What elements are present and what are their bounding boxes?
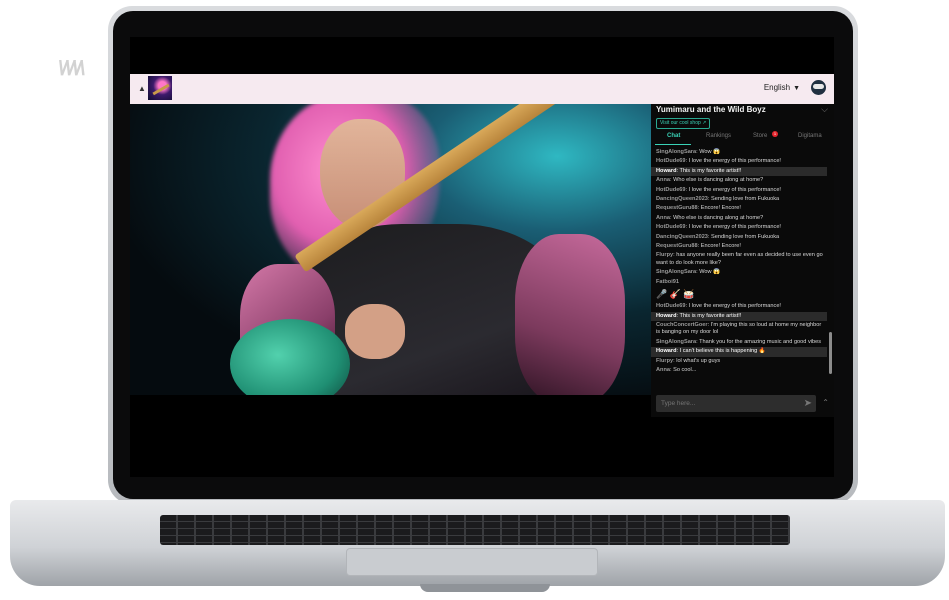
language-selector[interactable]: English ▼ xyxy=(764,83,800,92)
chat-text: This is my favorite artist!! xyxy=(679,312,742,319)
chat-message: Fatboi91 xyxy=(651,278,827,287)
chat-username[interactable]: HotDude69 xyxy=(656,158,686,164)
chat-message: SingAlongSara: Wow 😱 xyxy=(651,268,827,277)
chat-text: This is my favorite artist!! xyxy=(679,167,742,174)
chat-scrollbar[interactable] xyxy=(829,332,832,374)
video-hand xyxy=(345,304,405,359)
chat-message: DancingQueen2023: Sending love from Fuku… xyxy=(651,195,827,204)
chevron-down-icon[interactable]: ⌵ xyxy=(821,104,828,115)
chat-username[interactable]: HotDude69 xyxy=(656,187,686,193)
chat-text: So cool... xyxy=(673,366,697,373)
chat-text: I love the energy of this performance! xyxy=(688,224,781,231)
chat-text: Encore! Encore! xyxy=(700,205,741,212)
chat-username[interactable]: SingAlongSara xyxy=(656,149,696,155)
tab-rankings[interactable]: Rankings xyxy=(706,133,731,139)
chat-message: Flurpy: has anyone really been far even … xyxy=(651,251,827,268)
chat-message: Anna: So cool... xyxy=(651,366,827,375)
chat-username[interactable]: RequestGuru88 xyxy=(656,243,698,249)
avatar-icon[interactable] xyxy=(811,80,826,95)
chat-message: RequestGuru88: Encore! Encore! xyxy=(651,242,827,251)
chat-username[interactable]: Anna xyxy=(656,367,670,373)
shop-button[interactable]: Visit our cool shop ↗ xyxy=(656,118,711,129)
chat-text: I love the energy of this performance! xyxy=(688,186,781,193)
chat-message: SingAlongSara: Thank you for the amazing… xyxy=(651,338,827,347)
chat-message: Howard: This is my favorite artist!! xyxy=(651,311,827,321)
chevron-up-icon[interactable]: ⌃ xyxy=(822,398,829,407)
store-badge: 1 xyxy=(772,131,778,137)
artist-name: Yumimaru and the Wild Boyz xyxy=(656,105,766,114)
chat-username[interactable]: HotDude69 xyxy=(656,303,686,309)
chat-message: Anna: Who else is dancing along at home? xyxy=(651,176,827,185)
chat-text: I love the energy of this performance! xyxy=(688,158,781,165)
chat-message: HotDude69: I love the energy of this per… xyxy=(651,186,827,195)
video-sleeve-right xyxy=(515,234,625,395)
chat-message: HotDude69: I love the energy of this per… xyxy=(651,223,827,232)
chat-username[interactable]: SingAlongSara xyxy=(656,269,696,275)
tab-digitama[interactable]: Digitama xyxy=(798,133,822,139)
chat-username[interactable]: CouchConcertGoer xyxy=(656,322,708,328)
chat-username[interactable]: SingAlongSara xyxy=(656,339,696,345)
tab-store[interactable]: Store xyxy=(753,133,767,139)
laptop-notch xyxy=(420,584,550,592)
sticker-row: 🎤 🎸 🥁 xyxy=(656,289,695,300)
shop-button-label: Visit our cool shop xyxy=(660,120,701,126)
chat-username[interactable]: Anna xyxy=(656,215,670,221)
laptop-keyboard xyxy=(160,515,790,545)
chat-input[interactable] xyxy=(656,395,796,412)
chat-text: Who else is dancing along at home? xyxy=(673,177,764,184)
external-link-icon: ↗ xyxy=(702,120,707,126)
panel-tabs: Chat Rankings Store 1 Digitama xyxy=(651,131,834,146)
chat-username[interactable]: Fatboi91 xyxy=(656,279,679,285)
chat-text: Encore! Encore! xyxy=(700,243,741,250)
chat-text: lol what's up guys xyxy=(676,357,721,364)
chat-message: Anna: Who else is dancing along at home? xyxy=(651,214,827,223)
video-player[interactable] xyxy=(130,104,651,395)
chat-text: I love the energy of this performance! xyxy=(688,303,781,310)
language-label: English xyxy=(763,83,791,92)
chat-text: I can't believe this is happening 🔥 xyxy=(679,348,766,355)
chat-message: Howard: I can't believe this is happenin… xyxy=(651,347,827,357)
tab-chat[interactable]: Chat xyxy=(667,133,680,139)
chat-text: Thank you for the amazing music and good… xyxy=(699,338,821,345)
chat-username[interactable]: DancingQueen2023 xyxy=(656,234,708,240)
screen: ▲ English ▼ Yumimaru and the Wild Boyz ⌵ … xyxy=(130,37,834,477)
chat-input-box: ➤ xyxy=(656,395,816,412)
chat-message: Flurpy: lol what's up guys xyxy=(651,357,827,366)
chat-text: Wow 😱 xyxy=(699,149,721,155)
chat-message: HotDude69: I love the energy of this per… xyxy=(651,302,827,311)
chat-messages[interactable]: SingAlongSara: Wow 😱 HotDude69: I love th… xyxy=(651,148,827,388)
chat-message: RequestGuru88: Encore! Encore! xyxy=(651,204,827,213)
chat-username[interactable]: Howard xyxy=(656,348,677,354)
chat-text: Wow 😱 xyxy=(699,269,721,276)
chat-text: Sending love from Fukuoka xyxy=(711,196,780,203)
chat-message: HotDude69: I love the energy of this per… xyxy=(651,157,827,166)
chat-username[interactable]: Flurpy xyxy=(656,358,673,364)
send-icon[interactable]: ➤ xyxy=(804,398,812,409)
chat-message: Howard: This is my favorite artist!! xyxy=(651,166,827,177)
app-header: ▲ English ▼ xyxy=(130,74,834,104)
chat-username[interactable]: Anna xyxy=(656,177,670,183)
active-tab-indicator xyxy=(655,144,691,145)
chat-text: Who else is dancing along at home? xyxy=(673,214,764,221)
chat-message: SingAlongSara: Wow 😱 xyxy=(651,148,827,157)
chat-username[interactable]: Howard xyxy=(656,168,677,174)
chat-username[interactable]: RequestGuru88 xyxy=(656,205,698,211)
chat-panel: Yumimaru and the Wild Boyz ⌵ Visit our c… xyxy=(651,104,834,417)
chat-message: CouchConcertGoer: I'm playing this so lo… xyxy=(651,321,827,338)
laptop-trackpad xyxy=(346,548,598,576)
chat-username[interactable]: DancingQueen2023 xyxy=(656,196,708,202)
chat-text: Sending love from Fukuoka xyxy=(711,233,780,240)
chat-username[interactable]: Flurpy xyxy=(656,252,673,258)
caret-down-icon: ▼ xyxy=(793,85,800,92)
channel-logo[interactable] xyxy=(148,76,172,100)
chat-username[interactable]: HotDude69 xyxy=(656,224,686,230)
chevron-up-icon[interactable]: ▲ xyxy=(138,84,146,93)
chat-message: DancingQueen2023: Sending love from Fuku… xyxy=(651,233,827,242)
chat-text: has anyone really been far even as decid… xyxy=(656,252,823,266)
chat-username[interactable]: Howard xyxy=(656,313,677,319)
watermark: \/\/\/\ xyxy=(58,58,85,80)
